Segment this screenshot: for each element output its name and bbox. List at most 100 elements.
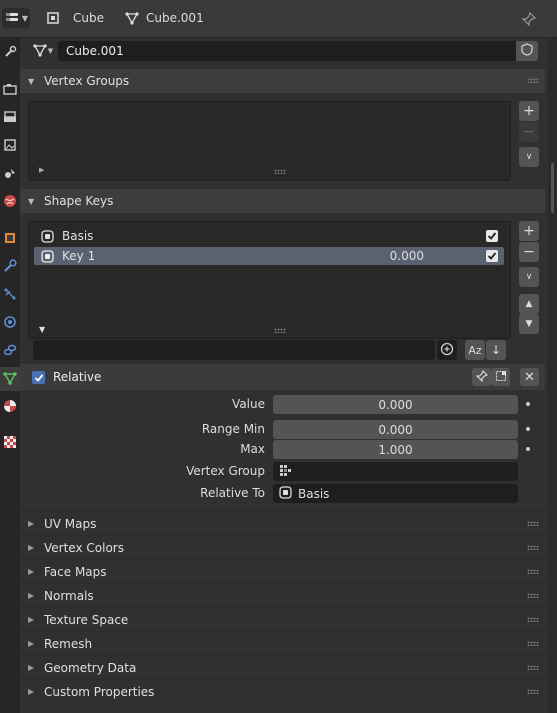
keyframe-dot-icon[interactable] — [526, 427, 530, 431]
shape-keys-list[interactable]: Basis Key 1 0.000 ▼ — [28, 221, 511, 339]
drag-grip-icon[interactable] — [527, 78, 539, 83]
tab-view-layer[interactable] — [0, 134, 20, 158]
shape-key-row-key1[interactable]: Key 1 0.000 — [34, 247, 504, 265]
shape-key-filter-input[interactable] — [33, 340, 435, 360]
tab-scene[interactable] — [0, 162, 20, 186]
shape-key-specials-button[interactable]: ∨ — [519, 267, 539, 287]
panel-title: Face Maps — [44, 564, 107, 579]
scrollbar-thumb[interactable] — [551, 163, 554, 213]
relative-to-value: Basis — [298, 486, 330, 501]
object-properties-icon — [3, 231, 17, 248]
tab-output[interactable] — [0, 106, 20, 130]
tab-texture[interactable] — [0, 431, 20, 455]
tab-tool[interactable] — [0, 41, 20, 65]
remesh-panel-header[interactable]: ▶ Remesh — [20, 631, 545, 655]
shape-keys-panel-header[interactable]: ▼ Shape Keys — [20, 189, 545, 213]
drag-grip-icon[interactable] — [527, 689, 539, 694]
drag-grip-icon[interactable] — [527, 521, 539, 526]
sort-alpha-button[interactable]: Az — [465, 340, 485, 360]
editor-type-button[interactable]: ▼ — [2, 8, 30, 28]
add-shape-key-button[interactable]: + — [519, 221, 539, 241]
move-shape-key-up-button[interactable]: ▲ — [519, 294, 539, 314]
shape-key-mute-checkbox[interactable] — [486, 250, 498, 262]
add-vertex-group-button[interactable]: + — [519, 101, 539, 121]
relative-to-field[interactable]: Basis — [273, 484, 518, 503]
face-maps-panel-header[interactable]: ▶ Face Maps — [20, 559, 545, 583]
shield-icon — [521, 43, 533, 59]
chevron-down-icon: ▼ — [21, 13, 29, 23]
wrench-icon — [3, 258, 17, 276]
drag-grip-icon[interactable] — [527, 617, 539, 622]
drag-grip-icon[interactable] — [527, 569, 539, 574]
material-icon — [3, 399, 17, 416]
mesh-browse-button[interactable]: ▼ — [28, 41, 58, 61]
drag-grip-icon[interactable] — [527, 665, 539, 670]
keyframe-dot-icon[interactable] — [526, 447, 530, 451]
drag-grip-icon[interactable] — [527, 641, 539, 646]
tab-modifiers[interactable] — [0, 255, 20, 279]
filter-invert-button[interactable] — [437, 340, 457, 360]
collapsed-triangle-icon: ▶ — [28, 615, 35, 624]
geometry-data-panel-header[interactable]: ▶ Geometry Data — [20, 655, 545, 679]
max-field[interactable]: 1.000 — [273, 440, 518, 459]
remove-vertex-group-button[interactable]: − — [519, 122, 539, 142]
vertex-colors-panel-header[interactable]: ▶ Vertex Colors — [20, 535, 545, 559]
list-filter-toggle-icon[interactable]: ▶ — [39, 166, 44, 174]
shape-key-value[interactable]: 0.000 — [390, 249, 424, 263]
list-filter-toggle-icon[interactable]: ▼ — [39, 325, 45, 334]
vertex-group-specials-button[interactable]: ∨ — [519, 147, 539, 167]
range-min-field[interactable]: 0.000 — [273, 420, 518, 439]
tab-world[interactable] — [0, 190, 20, 214]
tab-object[interactable] — [0, 227, 20, 251]
chevron-down-icon: ▼ — [47, 47, 54, 55]
mesh-name-value: Cube.001 — [66, 44, 124, 58]
keyframe-dot-icon[interactable] — [526, 402, 530, 406]
tab-material[interactable] — [0, 395, 20, 419]
mesh-name-field[interactable]: Cube.001 — [58, 41, 516, 61]
shape-key-icon — [279, 485, 292, 502]
shape-key-lock-button[interactable] — [472, 368, 491, 386]
shape-key-icon — [40, 229, 54, 243]
clear-shape-key-button[interactable]: ✕ — [520, 368, 539, 386]
pin-icon[interactable] — [521, 11, 537, 27]
relative-row: Relative ✕ — [20, 364, 545, 390]
breadcrumb-mesh: Cube.001 — [124, 10, 204, 26]
tab-mesh-data[interactable] — [0, 367, 20, 391]
world-icon — [3, 194, 17, 211]
range-min-field-text: 0.000 — [378, 422, 413, 437]
uv-maps-panel-header[interactable]: ▶ UV Maps — [20, 511, 545, 535]
shape-key-row-basis[interactable]: Basis — [34, 227, 504, 245]
tab-render[interactable] — [0, 78, 20, 102]
relative-checkbox[interactable] — [32, 371, 45, 384]
zoom-in-icon — [440, 342, 454, 359]
vertex-group-field[interactable] — [273, 462, 518, 481]
vertex-group-icon — [279, 464, 292, 480]
panel-title: UV Maps — [44, 516, 97, 531]
tab-physics[interactable] — [0, 311, 20, 335]
drag-grip-icon[interactable] — [527, 593, 539, 598]
custom-properties-panel-header[interactable]: ▶ Custom Properties — [20, 679, 545, 703]
sort-reverse-button[interactable]: ↓ — [486, 340, 506, 360]
texture-space-panel-header[interactable]: ▶ Texture Space — [20, 607, 545, 631]
normals-panel-header[interactable]: ▶ Normals — [20, 583, 545, 607]
shape-key-mute-checkbox[interactable] — [486, 230, 498, 242]
collapsed-triangle-icon: ▶ — [28, 591, 35, 600]
fake-user-button[interactable] — [516, 41, 538, 61]
list-resize-grip-icon[interactable] — [274, 169, 286, 174]
vertex-groups-panel-header[interactable]: ▼ Vertex Groups — [20, 69, 545, 93]
scrollbar[interactable] — [548, 38, 557, 713]
shape-key-edit-mode-button[interactable] — [491, 368, 510, 386]
remove-shape-key-button[interactable]: − — [519, 242, 539, 262]
render-icon — [3, 82, 17, 99]
breadcrumb-mesh-label: Cube.001 — [146, 11, 204, 25]
collapsed-triangle-icon: ▶ — [28, 543, 35, 552]
panel-title: Vertex Colors — [44, 540, 124, 555]
collapsed-triangle-icon: ▶ — [28, 567, 35, 576]
drag-grip-icon[interactable] — [527, 545, 539, 550]
move-shape-key-down-button[interactable]: ▼ — [519, 314, 539, 334]
vertex-groups-list[interactable]: ▶ — [28, 101, 511, 181]
tab-constraints[interactable] — [0, 339, 20, 363]
tab-particles[interactable] — [0, 283, 20, 307]
list-resize-grip-icon[interactable] — [274, 328, 286, 333]
value-field[interactable]: 0.000 — [273, 395, 518, 414]
